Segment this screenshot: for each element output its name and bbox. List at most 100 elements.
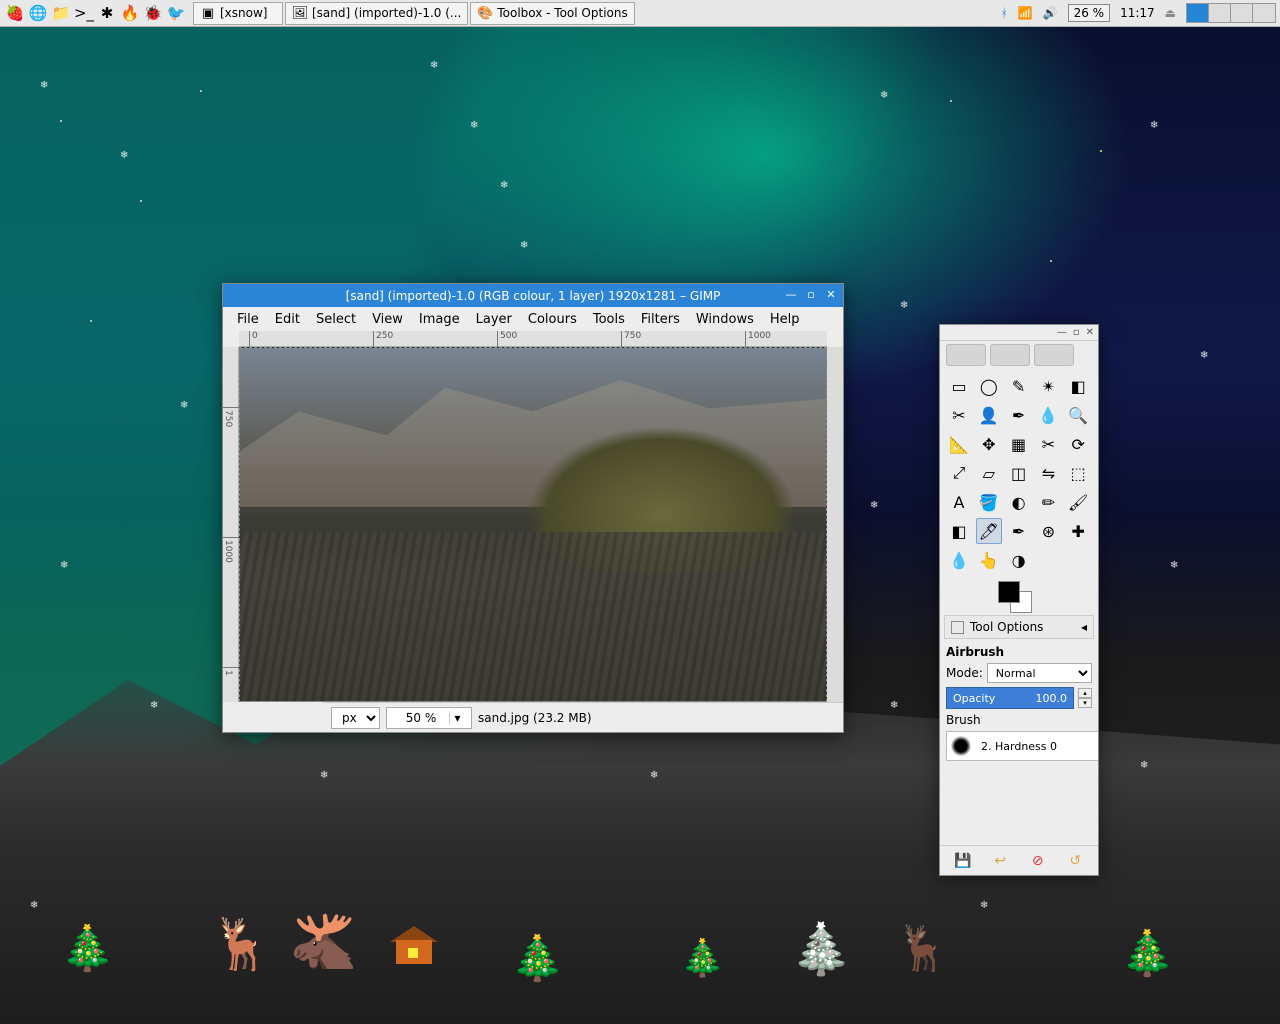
eject-icon[interactable]: ⏏ xyxy=(1165,6,1176,20)
menu-tools[interactable]: Tools xyxy=(585,309,633,330)
minimize-button[interactable]: — xyxy=(783,286,799,302)
tool-options-icon xyxy=(951,621,964,634)
opacity-slider[interactable]: Opacity 100.0 xyxy=(946,687,1074,709)
rect-select-icon[interactable]: ▭ xyxy=(946,373,972,399)
zoom-dropdown-icon[interactable]: ▾ xyxy=(449,711,465,725)
move-icon[interactable]: ✥ xyxy=(976,431,1002,457)
restore-preset-icon[interactable]: ↩ xyxy=(990,851,1010,871)
crop-icon[interactable]: ✂ xyxy=(1035,431,1061,457)
by-color-select-icon[interactable]: ◧ xyxy=(1065,373,1091,399)
reset-preset-icon[interactable]: ↺ xyxy=(1065,851,1085,871)
scissors-icon[interactable]: ✂ xyxy=(946,402,972,428)
measure-icon[interactable]: 📐 xyxy=(946,431,972,457)
app1-icon[interactable]: ✱ xyxy=(96,2,118,24)
cage-icon[interactable]: ⬚ xyxy=(1065,460,1091,486)
delete-preset-icon[interactable]: ⊘ xyxy=(1028,851,1048,871)
flip-icon[interactable]: ⇋ xyxy=(1035,460,1061,486)
task-gimp-image[interactable]: 🖼[sand] (imported)-1.0 (... xyxy=(285,2,468,25)
terminal-icon[interactable]: >_ xyxy=(73,2,95,24)
app2-icon[interactable]: 🔥 xyxy=(119,2,141,24)
ruler-vertical[interactable]: 75010001 xyxy=(223,347,239,702)
menu-colours[interactable]: Colours xyxy=(520,309,585,330)
scrollbar-vertical[interactable] xyxy=(827,347,843,702)
eraser-icon[interactable]: ◧ xyxy=(946,518,972,544)
gimp-titlebar[interactable]: [sand] (imported)-1.0 (RGB colour, 1 lay… xyxy=(223,284,843,307)
toolbox-titlebar[interactable]: — ▫ ✕ xyxy=(940,325,1098,341)
opacity-spinner[interactable]: ▴▾ xyxy=(1078,688,1092,708)
menu-select[interactable]: Select xyxy=(308,309,364,330)
unit-select[interactable]: px xyxy=(331,707,380,729)
app3-icon[interactable]: 🐞 xyxy=(142,2,164,24)
menu-help[interactable]: Help xyxy=(762,309,808,330)
zoom-icon[interactable]: 🔍 xyxy=(1065,402,1091,428)
heal-icon[interactable]: ✚ xyxy=(1065,518,1091,544)
clock[interactable]: 11:17 xyxy=(1120,6,1155,20)
task-xsnow[interactable]: ▣[xsnow] xyxy=(193,2,283,25)
minimize-button[interactable]: — xyxy=(1057,327,1067,338)
rotate-icon[interactable]: ⟳ xyxy=(1065,431,1091,457)
zoom-control[interactable]: ▾ xyxy=(386,707,472,729)
gimp-canvas[interactable] xyxy=(239,347,827,702)
foreground-color[interactable] xyxy=(998,581,1020,603)
dodge-icon[interactable]: ◑ xyxy=(1006,547,1032,573)
ruler-horizontal[interactable]: 02505007501000 xyxy=(239,331,827,347)
paintbrush-icon[interactable]: 🖌 xyxy=(1065,489,1091,515)
menu-filters[interactable]: Filters xyxy=(633,309,688,330)
align-icon[interactable]: ▦ xyxy=(1006,431,1032,457)
menu-icon[interactable]: 🍓 xyxy=(4,2,26,24)
volume-icon[interactable]: 🔊 xyxy=(1043,6,1058,20)
fuzzy-select-icon[interactable]: ✴ xyxy=(1035,373,1061,399)
color-swatches[interactable] xyxy=(940,577,1098,613)
menu-windows[interactable]: Windows xyxy=(688,309,762,330)
shear-icon[interactable]: ▱ xyxy=(976,460,1002,486)
star xyxy=(1100,150,1102,152)
menu-layer[interactable]: Layer xyxy=(468,309,520,330)
save-preset-icon[interactable]: 💾 xyxy=(953,851,973,871)
app4-icon[interactable]: 🐦 xyxy=(165,2,187,24)
mode-label: Mode: xyxy=(946,666,983,680)
browser-icon[interactable]: 🌐 xyxy=(27,2,49,24)
tool-options-header[interactable]: Tool Options ◂ xyxy=(944,615,1094,639)
brush-name-input[interactable] xyxy=(977,736,1098,756)
gimp-menubar: FileEditSelectViewImageLayerColoursTools… xyxy=(223,307,843,331)
foreground-select-icon[interactable]: 👤 xyxy=(976,402,1002,428)
bucket-icon[interactable]: 🪣 xyxy=(976,489,1002,515)
bluetooth-icon[interactable]: ᚼ xyxy=(1000,6,1007,20)
pencil-icon[interactable]: ✏ xyxy=(1035,489,1061,515)
clone-icon[interactable]: ⊛ xyxy=(1035,518,1061,544)
workspace-pager[interactable] xyxy=(1186,3,1276,23)
task-gimp-toolbox[interactable]: 🎨Toolbox - Tool Options xyxy=(470,2,634,25)
blend-icon[interactable]: ◐ xyxy=(1006,489,1032,515)
menu-view[interactable]: View xyxy=(364,309,411,330)
menu-image[interactable]: Image xyxy=(411,309,468,330)
toolbox-tab[interactable] xyxy=(1034,344,1074,366)
scale-icon[interactable]: ⤢ xyxy=(946,460,972,486)
zoom-input[interactable] xyxy=(393,711,449,725)
toolbox-tab[interactable] xyxy=(990,344,1030,366)
toolbox-tab[interactable] xyxy=(946,344,986,366)
ruler-tick: 750 xyxy=(621,331,641,347)
perspective-icon[interactable]: ◫ xyxy=(1006,460,1032,486)
close-button[interactable]: ✕ xyxy=(823,286,839,302)
battery-indicator[interactable]: 26 % xyxy=(1068,4,1111,22)
blur-icon[interactable]: 💧 xyxy=(946,547,972,573)
smudge-icon[interactable]: 👆 xyxy=(976,547,1002,573)
paths-icon[interactable]: ✒ xyxy=(1006,402,1032,428)
mode-select[interactable]: Normal xyxy=(987,663,1092,683)
files-icon[interactable]: 📁 xyxy=(50,2,72,24)
maximize-button[interactable]: ▫ xyxy=(1073,327,1080,338)
menu-file[interactable]: File xyxy=(229,309,267,330)
wifi-icon[interactable]: 📶 xyxy=(1018,6,1033,20)
free-select-icon[interactable]: ✎ xyxy=(1006,373,1032,399)
close-button[interactable]: ✕ xyxy=(1086,327,1094,338)
maximize-button[interactable]: ▫ xyxy=(803,286,819,302)
brush-selector[interactable] xyxy=(946,731,1098,761)
ink-icon[interactable]: ✒ xyxy=(1006,518,1032,544)
gimp-statusbar: px ▾ sand.jpg (23.2 MB) xyxy=(323,702,843,732)
detach-icon[interactable]: ◂ xyxy=(1081,620,1087,634)
menu-edit[interactable]: Edit xyxy=(267,309,308,330)
color-picker-icon[interactable]: 💧 xyxy=(1035,402,1061,428)
ellipse-select-icon[interactable]: ◯ xyxy=(976,373,1002,399)
airbrush-icon[interactable]: 🖊 xyxy=(976,518,1002,544)
text-icon[interactable]: A xyxy=(946,489,972,515)
